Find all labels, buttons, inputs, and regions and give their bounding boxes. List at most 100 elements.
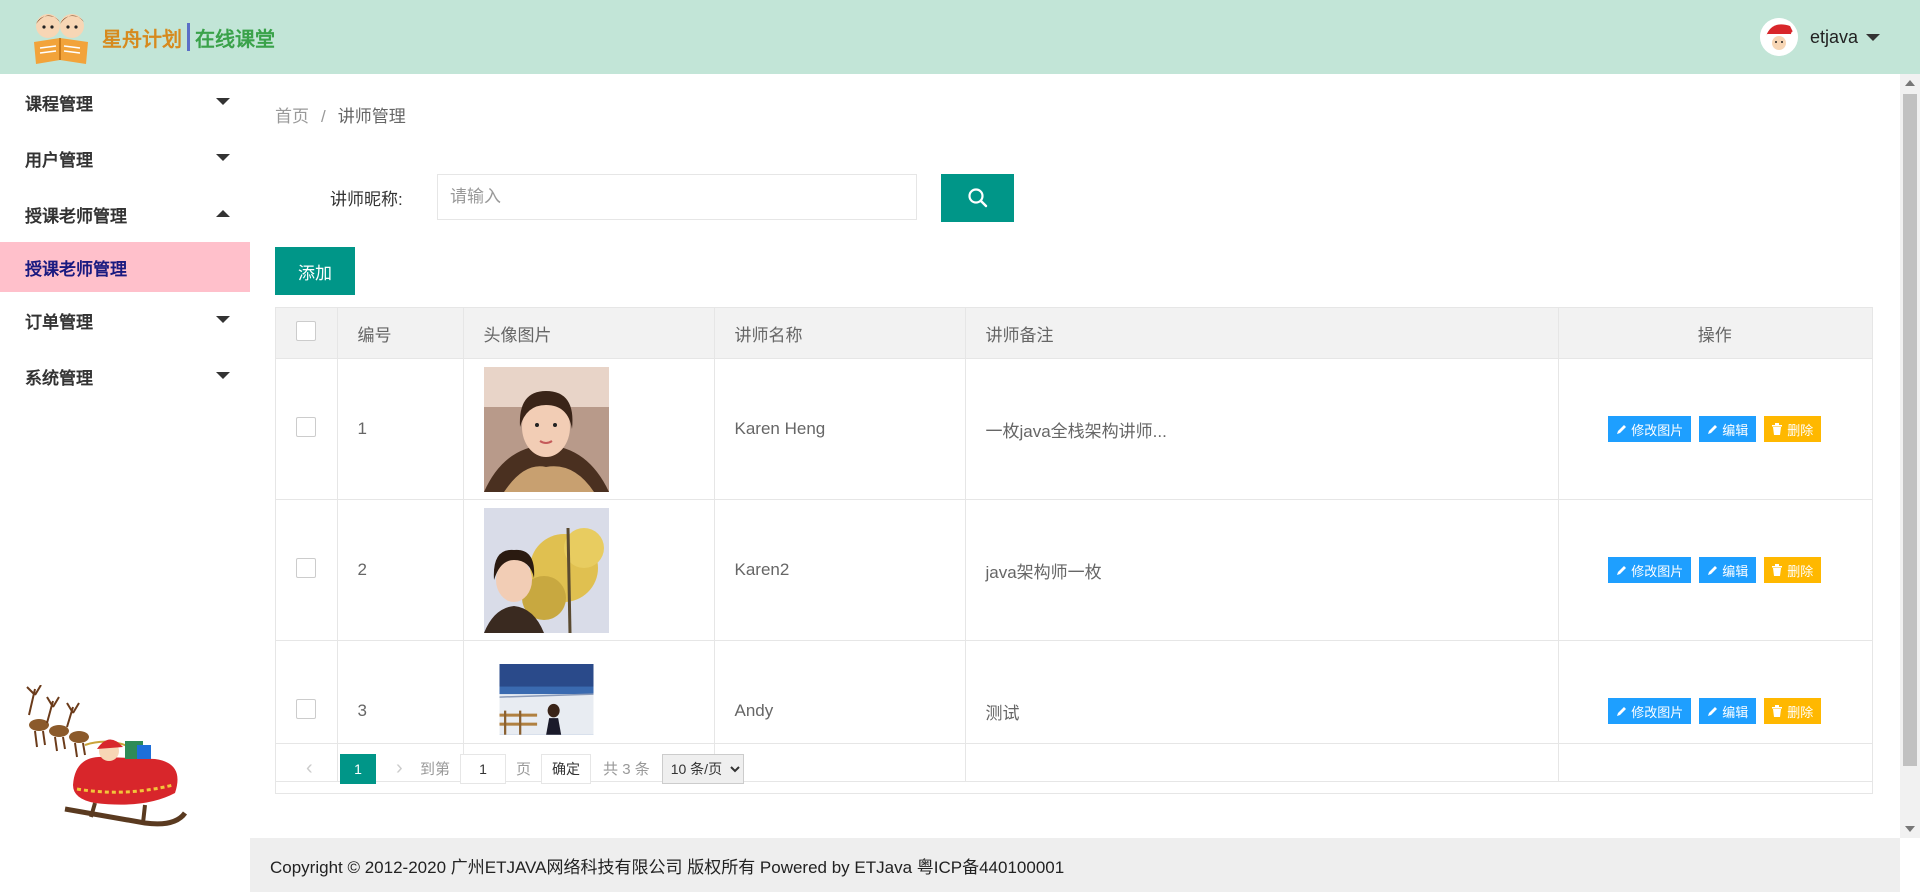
sidebar-item-label: 系统管理 bbox=[25, 368, 93, 388]
username: etjava bbox=[1809, 26, 1858, 47]
row-checkbox[interactable] bbox=[295, 557, 316, 578]
breadcrumb-home[interactable]: 首页 bbox=[275, 107, 309, 126]
vertical-scrollbar[interactable] bbox=[1900, 74, 1920, 838]
table-row: 1 Karen Heng 一枚java全栈架构讲师... 修改图片 编辑 删除 bbox=[276, 358, 1872, 500]
sidebar-item-label: 用户管理 bbox=[25, 150, 93, 170]
row-remark: java架构师一枚 bbox=[965, 499, 1559, 641]
select-all-cell bbox=[276, 308, 338, 359]
copyright-text: Copyright © 2012-2020 广州ETJAVA网络科技有限公司 版… bbox=[270, 857, 1065, 877]
sidebar-item-teachers[interactable]: 授课老师管理 bbox=[0, 186, 250, 242]
sidebar-subitem-teachers-active[interactable]: 授课老师管理 bbox=[0, 242, 250, 292]
column-header-name: 讲师名称 bbox=[714, 308, 966, 359]
teacher-avatar-image bbox=[483, 366, 609, 492]
next-page-icon[interactable]: › bbox=[396, 757, 410, 780]
teacher-avatar-image bbox=[483, 507, 609, 633]
row-avatar-cell bbox=[463, 499, 715, 641]
edit-button[interactable]: 编辑 bbox=[1699, 557, 1757, 583]
page-suffix: 页 bbox=[516, 761, 532, 778]
pagination: ‹ 1 › 到第 页 确定 共 3 条 10 条/页 bbox=[276, 743, 1872, 793]
search-label: 讲师昵称: bbox=[330, 190, 403, 209]
delete-label: 删除 bbox=[1787, 704, 1814, 720]
current-page[interactable]: 1 bbox=[340, 753, 376, 784]
prev-page-icon[interactable]: ‹ bbox=[306, 757, 320, 780]
logo-text: 星舟计划 在线课堂 bbox=[102, 23, 275, 52]
breadcrumb: 首页 / 讲师管理 bbox=[275, 102, 406, 127]
sidebar-item-orders[interactable]: 订单管理 bbox=[0, 292, 250, 348]
chevron-up-icon bbox=[216, 210, 230, 217]
column-header-remark: 讲师备注 bbox=[965, 308, 1559, 359]
pencil-icon bbox=[1707, 423, 1718, 435]
edit-button[interactable]: 编辑 bbox=[1699, 698, 1757, 724]
row-checkbox[interactable] bbox=[295, 698, 316, 719]
goto-label: 到第 bbox=[420, 761, 451, 778]
delete-button[interactable]: 删除 bbox=[1764, 557, 1822, 583]
main-content: 首页 / 讲师管理 讲师昵称: 添加 编号 头像图片 讲师名称 讲师备注 操作 bbox=[250, 74, 1900, 838]
sidebar-subitem-label: 授课老师管理 bbox=[25, 259, 127, 279]
row-checkbox[interactable] bbox=[295, 416, 316, 437]
change-image-label: 修改图片 bbox=[1631, 704, 1684, 720]
row-actions: 修改图片 编辑 删除 bbox=[1558, 358, 1872, 500]
row-id: 1 bbox=[337, 358, 464, 500]
delete-label: 删除 bbox=[1787, 563, 1814, 579]
pencil-icon bbox=[1616, 705, 1627, 717]
add-button[interactable]: 添加 bbox=[275, 247, 355, 295]
sidebar-item-system[interactable]: 系统管理 bbox=[0, 348, 250, 404]
trash-icon bbox=[1772, 423, 1783, 435]
row-select-cell bbox=[276, 499, 338, 641]
delete-label: 删除 bbox=[1787, 422, 1814, 438]
kids-reading-icon bbox=[30, 8, 92, 66]
pencil-icon bbox=[1707, 564, 1718, 576]
scrollbar-thumb[interactable] bbox=[1903, 94, 1917, 766]
column-header-avatar: 头像图片 bbox=[463, 308, 715, 359]
breadcrumb-current: 讲师管理 bbox=[337, 107, 406, 126]
logo-divider bbox=[187, 23, 190, 51]
pencil-icon bbox=[1707, 705, 1718, 717]
change-image-button[interactable]: 修改图片 bbox=[1608, 557, 1692, 583]
breadcrumb-separator: / bbox=[321, 107, 326, 126]
top-header: 星舟计划 在线课堂 etjava bbox=[0, 0, 1920, 74]
search-input[interactable] bbox=[437, 174, 917, 220]
delete-button[interactable]: 删除 bbox=[1764, 416, 1822, 442]
table-row: 2 Karen2 java架构师一枚 修改图片 编辑 删除 bbox=[276, 499, 1872, 641]
pencil-icon bbox=[1616, 423, 1627, 435]
edit-label: 编辑 bbox=[1722, 704, 1749, 720]
delete-button[interactable]: 删除 bbox=[1764, 698, 1822, 724]
sidebar-item-users[interactable]: 用户管理 bbox=[0, 130, 250, 186]
page-size-select[interactable]: 10 条/页 bbox=[661, 753, 744, 784]
chevron-down-icon bbox=[216, 154, 230, 161]
edit-button[interactable]: 编辑 bbox=[1699, 416, 1757, 442]
footer: Copyright © 2012-2020 广州ETJAVA网络科技有限公司 版… bbox=[250, 838, 1900, 892]
logo[interactable]: 星舟计划 在线课堂 bbox=[30, 8, 275, 66]
trash-icon bbox=[1772, 705, 1783, 717]
select-all-checkbox[interactable] bbox=[295, 320, 316, 341]
edit-label: 编辑 bbox=[1722, 563, 1749, 579]
pencil-icon bbox=[1616, 564, 1627, 576]
search-icon bbox=[967, 188, 987, 208]
sidebar-item-label: 课程管理 bbox=[25, 94, 93, 114]
user-menu[interactable]: etjava bbox=[1759, 18, 1880, 56]
page-number-input[interactable] bbox=[460, 753, 507, 784]
logo-title-a: 星舟计划 bbox=[102, 28, 182, 51]
santa-sleigh-illustration bbox=[25, 684, 195, 835]
row-avatar-cell bbox=[463, 358, 715, 500]
edit-label: 编辑 bbox=[1722, 422, 1749, 438]
search-button[interactable] bbox=[941, 174, 1014, 222]
logo-title-b: 在线课堂 bbox=[195, 28, 275, 51]
row-remark: 一枚java全栈架构讲师... bbox=[965, 358, 1559, 500]
column-header-actions: 操作 bbox=[1558, 308, 1872, 359]
sidebar-item-label: 授课老师管理 bbox=[25, 206, 127, 226]
change-image-button[interactable]: 修改图片 bbox=[1608, 698, 1692, 724]
trash-icon bbox=[1772, 564, 1783, 576]
scroll-up-icon[interactable] bbox=[1905, 80, 1915, 86]
row-name: Karen Heng bbox=[714, 358, 966, 500]
sidebar-item-courses[interactable]: 课程管理 bbox=[0, 74, 250, 130]
chevron-down-icon bbox=[216, 316, 230, 323]
row-name: Karen2 bbox=[714, 499, 966, 641]
change-image-button[interactable]: 修改图片 bbox=[1608, 416, 1692, 442]
chevron-down-icon bbox=[216, 372, 230, 379]
scroll-down-icon[interactable] bbox=[1905, 826, 1915, 832]
change-image-label: 修改图片 bbox=[1631, 563, 1684, 579]
goto-confirm-button[interactable]: 确定 bbox=[541, 753, 592, 784]
teacher-table: 编号 头像图片 讲师名称 讲师备注 操作 1 Karen Heng 一枚java… bbox=[275, 307, 1873, 794]
santa-avatar-icon bbox=[1759, 18, 1798, 56]
